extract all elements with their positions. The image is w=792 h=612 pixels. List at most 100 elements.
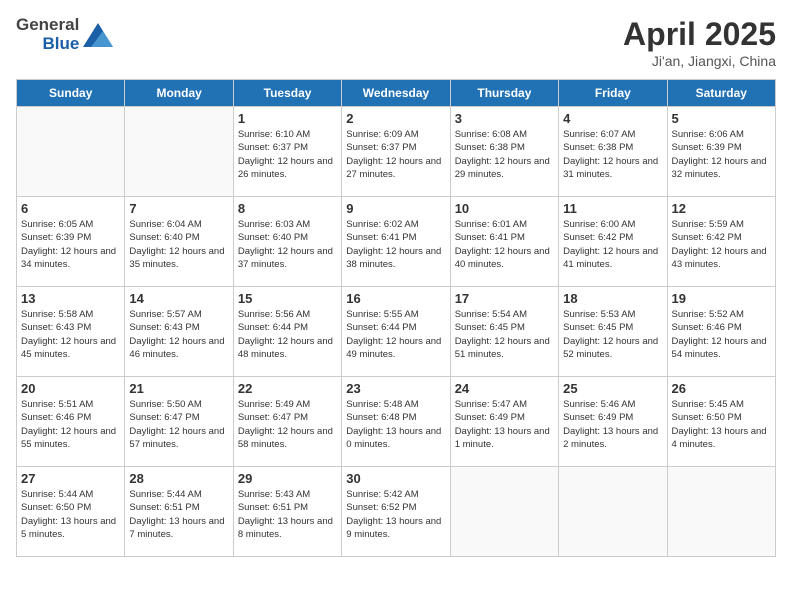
- day-number: 7: [129, 201, 228, 216]
- day-cell: [17, 107, 125, 197]
- day-number: 21: [129, 381, 228, 396]
- logo: General Blue: [16, 16, 113, 53]
- day-cell: 12 Sunrise: 5:59 AM Sunset: 6:42 PM Dayli…: [667, 197, 775, 287]
- day-info: Sunrise: 5:56 AM Sunset: 6:44 PM Dayligh…: [238, 308, 337, 361]
- day-cell: 6 Sunrise: 6:05 AM Sunset: 6:39 PM Daylig…: [17, 197, 125, 287]
- calendar-title: April 2025: [623, 16, 776, 53]
- day-cell: [559, 467, 667, 557]
- day-info: Sunrise: 5:46 AM Sunset: 6:49 PM Dayligh…: [563, 398, 662, 451]
- day-cell: 28 Sunrise: 5:44 AM Sunset: 6:51 PM Dayli…: [125, 467, 233, 557]
- day-number: 26: [672, 381, 771, 396]
- day-number: 4: [563, 111, 662, 126]
- day-cell: 18Sunrise: 5:53 AM Sunset: 6:45 PM Dayli…: [559, 287, 667, 377]
- day-cell: 27 Sunrise: 5:44 AM Sunset: 6:50 PM Dayli…: [17, 467, 125, 557]
- day-cell: [125, 107, 233, 197]
- day-cell: 21 Sunrise: 5:50 AM Sunset: 6:47 PM Dayli…: [125, 377, 233, 467]
- day-info: Sunrise: 5:59 AM Sunset: 6:42 PM Dayligh…: [672, 218, 771, 271]
- day-cell: 13 Sunrise: 5:58 AM Sunset: 6:43 PM Dayli…: [17, 287, 125, 377]
- day-info: Sunrise: 6:00 AM Sunset: 6:42 PM Dayligh…: [563, 218, 662, 271]
- day-cell: 24Sunrise: 5:47 AM Sunset: 6:49 PM Dayli…: [450, 377, 558, 467]
- day-info: Sunrise: 5:43 AM Sunset: 6:51 PM Dayligh…: [238, 488, 337, 541]
- day-cell: 5 Sunrise: 6:06 AM Sunset: 6:39 PM Daylig…: [667, 107, 775, 197]
- day-cell: 16 Sunrise: 5:55 AM Sunset: 6:44 PM Dayli…: [342, 287, 450, 377]
- day-number: 13: [21, 291, 120, 306]
- day-number: 10: [455, 201, 554, 216]
- day-info: Sunrise: 5:50 AM Sunset: 6:47 PM Dayligh…: [129, 398, 228, 451]
- day-number: 16: [346, 291, 445, 306]
- day-number: 14: [129, 291, 228, 306]
- day-info: Sunrise: 5:55 AM Sunset: 6:44 PM Dayligh…: [346, 308, 445, 361]
- day-number: 28: [129, 471, 228, 486]
- day-info: Sunrise: 5:58 AM Sunset: 6:43 PM Dayligh…: [21, 308, 120, 361]
- title-area: April 2025 Ji'an, Jiangxi, China: [623, 16, 776, 69]
- day-number: 29: [238, 471, 337, 486]
- day-info: Sunrise: 5:53 AM Sunset: 6:45 PM Dayligh…: [563, 308, 662, 361]
- weekday-header-thursday: Thursday: [450, 80, 558, 107]
- day-cell: 14 Sunrise: 5:57 AM Sunset: 6:43 PM Dayli…: [125, 287, 233, 377]
- day-info: Sunrise: 6:03 AM Sunset: 6:40 PM Dayligh…: [238, 218, 337, 271]
- day-number: 5: [672, 111, 771, 126]
- day-cell: 25 Sunrise: 5:46 AM Sunset: 6:49 PM Dayli…: [559, 377, 667, 467]
- day-cell: 20 Sunrise: 5:51 AM Sunset: 6:46 PM Dayli…: [17, 377, 125, 467]
- day-number: 6: [21, 201, 120, 216]
- day-number: 27: [21, 471, 120, 486]
- week-row-2: 6 Sunrise: 6:05 AM Sunset: 6:39 PM Daylig…: [17, 197, 776, 287]
- day-number: 9: [346, 201, 445, 216]
- day-info: Sunrise: 5:57 AM Sunset: 6:43 PM Dayligh…: [129, 308, 228, 361]
- day-info: Sunrise: 5:48 AM Sunset: 6:48 PM Dayligh…: [346, 398, 445, 451]
- day-info: Sunrise: 5:49 AM Sunset: 6:47 PM Dayligh…: [238, 398, 337, 451]
- day-cell: 7Sunrise: 6:04 AM Sunset: 6:40 PM Daylig…: [125, 197, 233, 287]
- day-info: Sunrise: 6:05 AM Sunset: 6:39 PM Dayligh…: [21, 218, 120, 271]
- day-cell: 3 Sunrise: 6:08 AM Sunset: 6:38 PM Daylig…: [450, 107, 558, 197]
- week-row-5: 27 Sunrise: 5:44 AM Sunset: 6:50 PM Dayli…: [17, 467, 776, 557]
- day-info: Sunrise: 5:44 AM Sunset: 6:50 PM Dayligh…: [21, 488, 120, 541]
- calendar-subtitle: Ji'an, Jiangxi, China: [623, 53, 776, 69]
- day-number: 15: [238, 291, 337, 306]
- day-cell: 1Sunrise: 6:10 AM Sunset: 6:37 PM Daylig…: [233, 107, 341, 197]
- day-number: 22: [238, 381, 337, 396]
- day-cell: 26Sunrise: 5:45 AM Sunset: 6:50 PM Dayli…: [667, 377, 775, 467]
- calendar-table: SundayMondayTuesdayWednesdayThursdayFrid…: [16, 79, 776, 557]
- day-number: 2: [346, 111, 445, 126]
- day-number: 23: [346, 381, 445, 396]
- day-number: 17: [455, 291, 554, 306]
- header: General Blue April 2025 Ji'an, Jiangxi, …: [16, 16, 776, 69]
- day-cell: 11 Sunrise: 6:00 AM Sunset: 6:42 PM Dayli…: [559, 197, 667, 287]
- day-number: 3: [455, 111, 554, 126]
- weekday-header-row: SundayMondayTuesdayWednesdayThursdayFrid…: [17, 80, 776, 107]
- day-number: 24: [455, 381, 554, 396]
- day-info: Sunrise: 6:10 AM Sunset: 6:37 PM Dayligh…: [238, 128, 337, 181]
- day-info: Sunrise: 6:08 AM Sunset: 6:38 PM Dayligh…: [455, 128, 554, 181]
- day-info: Sunrise: 6:06 AM Sunset: 6:39 PM Dayligh…: [672, 128, 771, 181]
- day-info: Sunrise: 5:44 AM Sunset: 6:51 PM Dayligh…: [129, 488, 228, 541]
- day-number: 20: [21, 381, 120, 396]
- logo-blue: Blue: [42, 35, 79, 54]
- weekday-header-tuesday: Tuesday: [233, 80, 341, 107]
- day-info: Sunrise: 6:01 AM Sunset: 6:41 PM Dayligh…: [455, 218, 554, 271]
- day-cell: 9Sunrise: 6:02 AM Sunset: 6:41 PM Daylig…: [342, 197, 450, 287]
- day-info: Sunrise: 5:54 AM Sunset: 6:45 PM Dayligh…: [455, 308, 554, 361]
- day-number: 25: [563, 381, 662, 396]
- day-cell: 29 Sunrise: 5:43 AM Sunset: 6:51 PM Dayli…: [233, 467, 341, 557]
- day-cell: 22 Sunrise: 5:49 AM Sunset: 6:47 PM Dayli…: [233, 377, 341, 467]
- week-row-1: 1Sunrise: 6:10 AM Sunset: 6:37 PM Daylig…: [17, 107, 776, 197]
- day-info: Sunrise: 5:51 AM Sunset: 6:46 PM Dayligh…: [21, 398, 120, 451]
- day-cell: 2 Sunrise: 6:09 AM Sunset: 6:37 PM Daylig…: [342, 107, 450, 197]
- weekday-header-friday: Friday: [559, 80, 667, 107]
- day-number: 11: [563, 201, 662, 216]
- day-cell: 8Sunrise: 6:03 AM Sunset: 6:40 PM Daylig…: [233, 197, 341, 287]
- weekday-header-saturday: Saturday: [667, 80, 775, 107]
- day-cell: 10 Sunrise: 6:01 AM Sunset: 6:41 PM Dayli…: [450, 197, 558, 287]
- day-number: 12: [672, 201, 771, 216]
- logo-icon: [83, 23, 113, 47]
- day-info: Sunrise: 6:09 AM Sunset: 6:37 PM Dayligh…: [346, 128, 445, 181]
- logo-general: General: [16, 16, 79, 35]
- day-cell: [450, 467, 558, 557]
- day-number: 30: [346, 471, 445, 486]
- week-row-4: 20 Sunrise: 5:51 AM Sunset: 6:46 PM Dayli…: [17, 377, 776, 467]
- day-info: Sunrise: 5:42 AM Sunset: 6:52 PM Dayligh…: [346, 488, 445, 541]
- weekday-header-wednesday: Wednesday: [342, 80, 450, 107]
- day-info: Sunrise: 5:52 AM Sunset: 6:46 PM Dayligh…: [672, 308, 771, 361]
- day-number: 19: [672, 291, 771, 306]
- day-cell: 17 Sunrise: 5:54 AM Sunset: 6:45 PM Dayli…: [450, 287, 558, 377]
